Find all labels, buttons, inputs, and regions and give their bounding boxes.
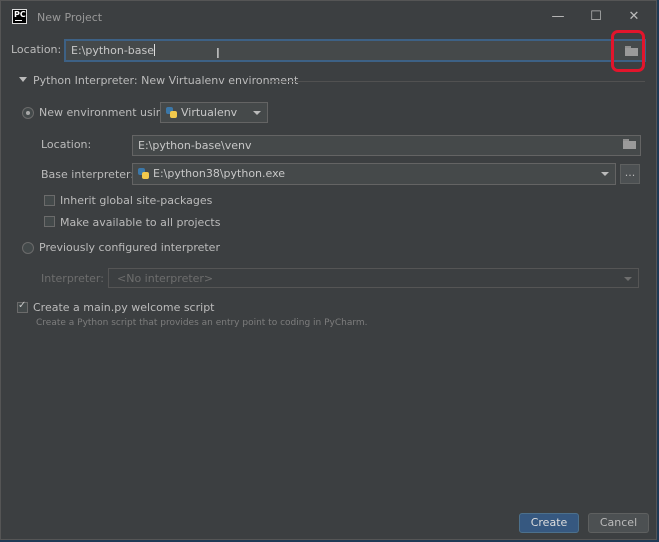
venv-location-label: Location: [41,138,92,151]
new-environment-label[interactable]: New environment using [39,106,170,119]
close-button[interactable]: ✕ [621,7,647,27]
environment-tool-select[interactable]: Virtualenv [160,102,268,123]
text-caret [154,44,156,56]
previous-interpreter-radio[interactable] [22,242,34,254]
environment-tool-value: Virtualenv [181,106,238,119]
window-title: New Project [37,11,103,24]
location-input[interactable]: E:\python-base [64,39,646,62]
base-interpreter-select[interactable]: E:\python38\python.exe [132,163,616,185]
new-project-dialog: PC New Project — ☐ ✕ Location: E:\python… [0,0,657,540]
make-available-label[interactable]: Make available to all projects [60,216,220,229]
new-environment-radio[interactable] [22,107,34,119]
base-interpreter-label: Base interpreter: [41,168,135,181]
chevron-down-icon [601,172,609,176]
collapse-arrow-icon[interactable] [19,77,27,82]
create-button[interactable]: Create [519,513,579,533]
venv-location-value: E:\python-base\venv [138,139,252,152]
interpreter-select[interactable]: <No interpreter> [108,268,639,288]
python-icon [166,107,177,118]
venv-location-input[interactable]: E:\python-base\venv [132,135,641,156]
section-divider [269,81,645,82]
title-bar: PC New Project — ☐ ✕ [1,1,656,33]
interpreter-value: <No interpreter> [117,272,214,285]
text-cursor-icon: I [216,47,220,62]
inherit-packages-checkbox[interactable] [44,195,55,206]
pycharm-logo-icon: PC [12,9,27,24]
browse-folder-icon[interactable] [623,139,636,149]
location-value: E:\python-base [71,44,155,57]
inherit-packages-label[interactable]: Inherit global site-packages [60,194,212,207]
location-label: Location: [11,43,62,56]
base-interpreter-value: E:\python38\python.exe [153,167,286,180]
interpreter-section-title[interactable]: Python Interpreter: New Virtualenv envir… [33,74,298,87]
maximize-button[interactable]: ☐ [583,7,609,27]
app-icon-text: PC [14,10,26,19]
welcome-script-hint: Create a Python script that provides an … [36,318,368,328]
chevron-down-icon [624,277,632,281]
cancel-button[interactable]: Cancel [588,513,649,533]
browse-interpreter-button[interactable]: ... [620,164,640,184]
minimize-button[interactable]: — [545,7,571,27]
python-icon [138,168,149,179]
welcome-script-label[interactable]: Create a main.py welcome script [33,301,214,314]
highlight-annotation [611,30,645,72]
previous-interpreter-label[interactable]: Previously configured interpreter [39,241,220,254]
interpreter-label: Interpreter: [41,272,104,285]
welcome-script-checkbox[interactable] [17,300,28,313]
make-available-checkbox[interactable] [44,216,55,227]
chevron-down-icon [253,111,261,115]
